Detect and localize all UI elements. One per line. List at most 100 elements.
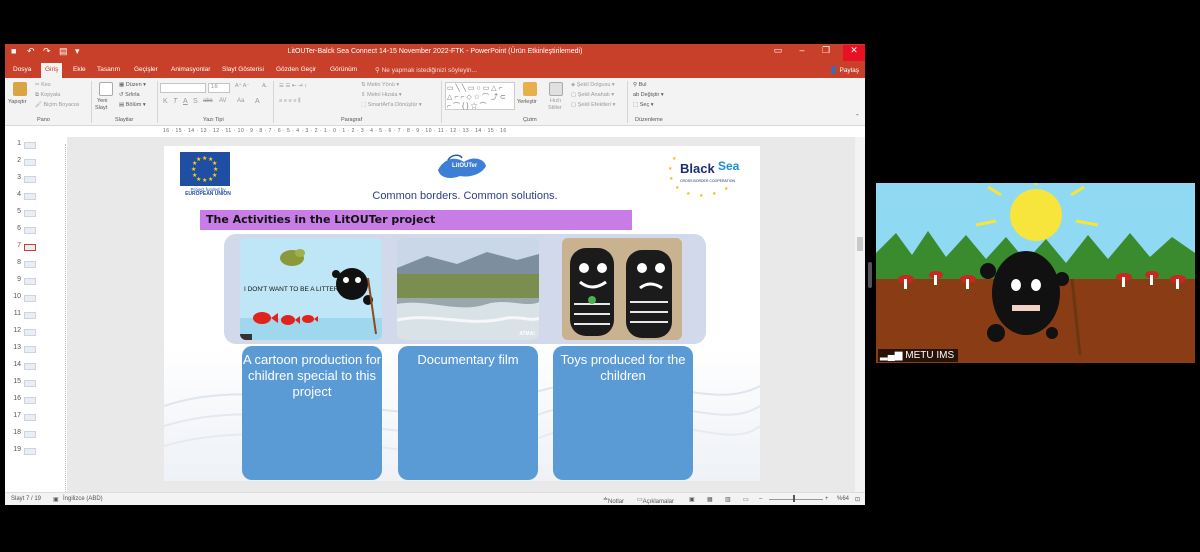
slide-thumbnail-preview[interactable] [24,397,36,404]
zoom-level[interactable]: %64 [837,496,849,502]
font-color-button[interactable]: A [255,98,260,105]
slide-thumbnail[interactable]: 11 [11,310,41,324]
new-slide-label-2[interactable]: Slayt [95,105,107,111]
slide-thumbnail[interactable]: 8 [11,259,41,273]
restore-icon[interactable]: ❐ [815,45,837,56]
comments-button[interactable]: ▭ Açıklamalar [637,496,674,505]
char-spacing-button[interactable]: AV [219,98,227,104]
arrange-button[interactable]: Yerleştir [517,99,537,105]
vertical-scrollbar[interactable] [855,137,865,505]
shapes-gallery[interactable]: ▭ ╲ ╲ ▭ ○ ▭ △ ⌐ △ ⌐ ⌐ ◇ ☆ ⌒ ⤴ ⊂ ⌐ ⌒ { } ☆ … [445,82,515,110]
align-text-button[interactable]: ⇕ Metni Hizala ▾ [361,92,402,98]
close-icon[interactable]: ✕ [843,45,865,61]
copy-button[interactable]: ⧉ Kopyala [35,92,60,99]
slide-thumbnail[interactable]: 3 [11,174,41,188]
zoom-slider-thumb[interactable] [793,495,795,502]
slide-thumbnail-preview[interactable] [24,329,36,336]
slide-thumbnail-preview[interactable] [24,380,36,387]
minimize-icon[interactable]: – [791,45,813,55]
format-painter-button[interactable]: 🖌 Biçim Boyacısı [35,102,80,108]
slide-thumbnail[interactable]: 1 [11,140,41,154]
section-button[interactable]: ▤ Bölüm ▾ [119,102,146,108]
slideshow-view-icon[interactable]: ▭ [743,496,749,503]
slide-thumbnail-preview[interactable] [24,278,36,285]
shape-fill-button[interactable]: ◈ Şekil Dolgusu ▾ [571,82,615,88]
slide-7[interactable]: ★ ★ ★ ★ ★ ★ ★ ★ ★ ★ ★ ★ Project funded by EUROPEA… [164,146,760,481]
quick-styles-label-1[interactable]: Hızlı [550,98,561,104]
slide-thumbnail[interactable]: 14 [11,361,41,375]
slide-thumbnail-preview[interactable] [24,295,36,302]
scrollbar-thumb[interactable] [857,237,863,251]
font-size-input[interactable]: 16 [208,83,230,93]
notes-button[interactable]: ≐ Notlar [603,496,624,505]
grow-font-icon[interactable]: A⁺ A⁻ [235,83,249,89]
strike-button[interactable]: abc [203,98,213,104]
tab-slideshow[interactable]: Slayt Gösterisi [222,66,264,73]
tab-file[interactable]: Dosya [13,66,31,73]
arrange-icon[interactable] [523,82,537,96]
tab-design[interactable]: Tasarım [97,66,120,73]
spellcheck-icon[interactable]: ▣ [53,496,59,503]
fit-slide-icon[interactable]: ⊡ [855,496,860,503]
reset-button[interactable]: ↺ Sıfırla [119,92,140,98]
shape-outline-button[interactable]: ▢ Şekil Anahatı ▾ [571,92,614,98]
slide-thumbnail-preview[interactable] [24,346,36,353]
slide-thumbnail-preview[interactable] [24,142,36,149]
participant-video[interactable]: ▂▄▆ METU IMS [876,183,1195,363]
tab-transitions[interactable]: Geçişler [134,66,158,73]
slide-thumbnail[interactable]: 7 [11,242,41,256]
shadow-button[interactable]: S [193,98,198,105]
new-slide-icon[interactable] [99,82,113,96]
paste-button[interactable]: Yapıştır [8,99,27,105]
underline-button[interactable]: A [183,98,188,105]
text-direction-button[interactable]: ⇅ Metin Yönü ▾ [361,82,399,88]
new-slide-label-1[interactable]: Yeni [97,98,108,104]
align-buttons[interactable]: ≡ ≡ ≡ ≡ ⫼ [279,98,300,105]
italic-button[interactable]: T [173,98,177,105]
slide-thumbnail-preview[interactable] [24,312,36,319]
share-button[interactable]: 👤 Paylaş [830,66,859,74]
language-status[interactable]: İngilizce (ABD) [63,496,103,502]
zoom-out-icon[interactable]: – [759,496,762,502]
change-case-button[interactable]: Aa [237,98,244,104]
replace-button[interactable]: ab Değiştir ▾ [633,92,664,98]
list-buttons[interactable]: ☰ ☰ ⇤ ⇥ ↕ [279,83,307,89]
select-button[interactable]: ⬚ Seç ▾ [633,102,654,108]
normal-view-icon[interactable]: ▣ [689,496,695,503]
slide-thumbnail-preview[interactable] [24,176,36,183]
slide-thumbnail-preview[interactable] [24,261,36,268]
slide-thumbnail-preview[interactable] [24,431,36,438]
slide-thumbnail[interactable]: 16 [11,395,41,409]
tab-home[interactable]: Giriş [41,63,63,78]
tab-animations[interactable]: Animasyonlar [171,66,210,73]
slide-thumbnail[interactable]: 2 [11,157,41,171]
slide-thumbnail[interactable]: 15 [11,378,41,392]
slide-thumbnail[interactable]: 13 [11,344,41,358]
ribbon-display-icon[interactable]: ▭ [767,45,789,56]
slide-sorter-icon[interactable]: ▦ [707,496,713,503]
tab-insert[interactable]: Ekle [73,66,86,73]
reading-view-icon[interactable]: ▥ [725,496,731,503]
slide-thumbnail[interactable]: 4 [11,191,41,205]
layout-button[interactable]: ▦ Düzen ▾ [119,82,146,88]
bold-button[interactable]: K [163,98,168,105]
paste-icon[interactable] [13,82,27,96]
zoom-slider[interactable] [769,499,823,500]
slide-thumbnail[interactable]: 6 [11,225,41,239]
slide-thumbnail[interactable]: 18 [11,429,41,443]
zoom-in-icon[interactable]: + [825,496,829,502]
slide-thumbnail-preview[interactable] [24,244,36,251]
slide-thumbnail-preview[interactable] [24,227,36,234]
slide-thumbnail[interactable]: 5 [11,208,41,222]
slide-thumbnail-preview[interactable] [24,414,36,421]
font-name-input[interactable] [160,83,206,93]
slide-thumbnail-preview[interactable] [24,193,36,200]
shape-effects-button[interactable]: ▢ Şekil Efektleri ▾ [571,102,615,108]
slide-thumbnail[interactable]: 19 [11,446,41,460]
find-button[interactable]: ⚲ Bul [633,82,647,88]
quick-styles-icon[interactable] [549,82,563,96]
slide-thumbnail-preview[interactable] [24,210,36,217]
cut-button[interactable]: ✂ Kes [35,82,51,88]
tab-review[interactable]: Gözden Geçir [276,66,316,73]
slide-thumbnail[interactable]: 10 [11,293,41,307]
